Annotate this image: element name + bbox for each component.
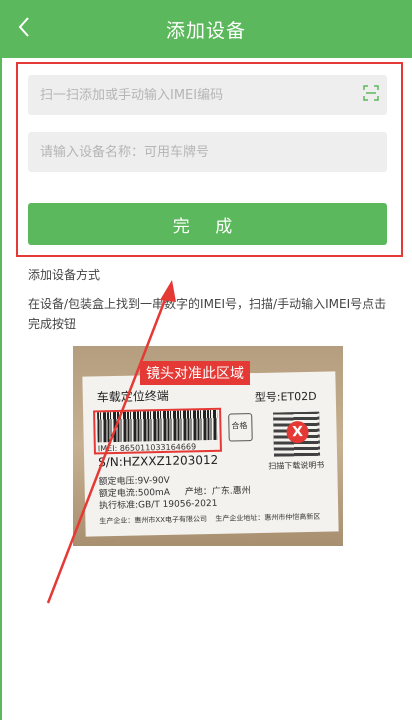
pointer-arrow [46, 280, 176, 604]
